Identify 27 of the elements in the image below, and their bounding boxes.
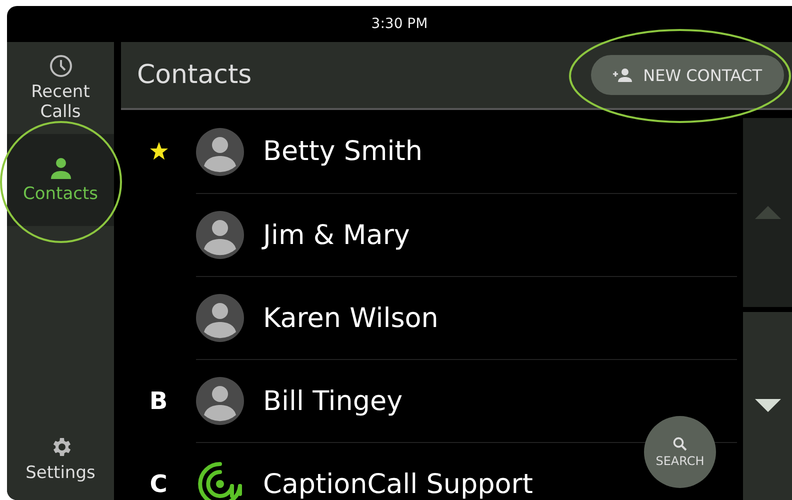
status-time: 3:30 PM — [371, 16, 428, 32]
avatar-icon — [196, 211, 244, 259]
section-letter: C — [150, 470, 168, 498]
contact-name[interactable]: Karen Wilson — [263, 302, 438, 334]
avatar-icon — [196, 377, 244, 425]
sidebar-item[interactable]: Contacts — [7, 134, 114, 226]
section-letter: B — [149, 386, 168, 414]
avatar-icon — [196, 128, 244, 176]
contact-name[interactable]: Betty Smith — [263, 136, 423, 167]
sidebar-item[interactable]: Recent Calls — [7, 42, 114, 134]
contact-name[interactable]: Bill Tingey — [263, 386, 403, 416]
contact-name[interactable]: Jim & Mary — [263, 220, 410, 250]
scroll-up-button[interactable] — [743, 118, 792, 306]
down-triangle-icon — [754, 399, 780, 412]
sidebar-item[interactable]: Settings — [7, 424, 114, 494]
avatar-icon — [196, 294, 244, 342]
search-button[interactable]: SEARCH — [644, 416, 716, 488]
up-triangle-icon — [754, 206, 780, 219]
logo-icon — [196, 460, 244, 500]
scroll-down-button[interactable] — [743, 312, 792, 500]
clock-icon — [48, 54, 72, 78]
page-title: Contacts — [137, 60, 252, 90]
person-icon — [48, 156, 72, 180]
contact-name[interactable]: CaptionCall Support — [263, 468, 533, 500]
search-icon — [673, 436, 687, 450]
new-contact-button[interactable]: NEW CONTACT — [591, 55, 784, 95]
add-person-icon — [613, 68, 634, 82]
